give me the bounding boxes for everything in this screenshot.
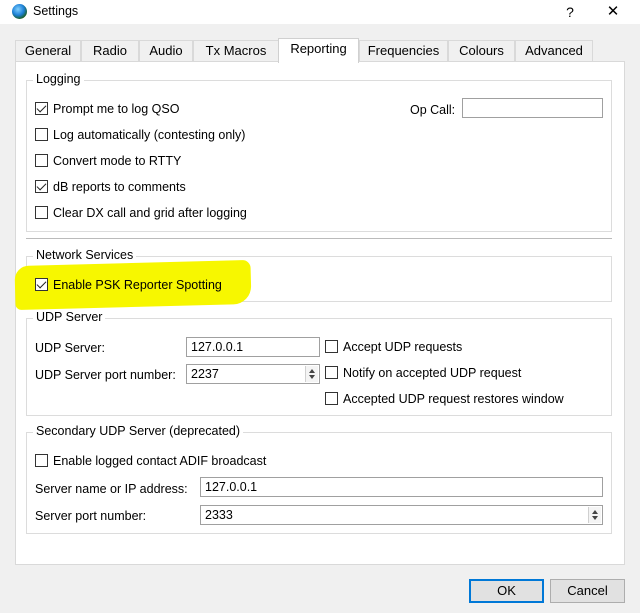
cancel-button[interactable]: Cancel xyxy=(550,579,625,603)
udp-restores-window-checkbox[interactable]: Accepted UDP request restores window xyxy=(325,392,564,408)
server-port-label: Server port number: xyxy=(35,509,147,523)
server-port-spinbox[interactable]: 2333 xyxy=(200,505,603,525)
checkbox-unchecked-icon[interactable] xyxy=(35,206,48,219)
udp-server-group: UDP Server UDP Server: UDP Server port n… xyxy=(26,310,612,416)
tab-frequencies[interactable]: Frequencies xyxy=(359,40,448,62)
checkbox-unchecked-icon[interactable] xyxy=(325,392,338,405)
log-automatically-label: Log automatically (contesting only) xyxy=(53,128,246,142)
udp-port-value: 2237 xyxy=(191,367,219,381)
title-bar: Settings ? ✕ xyxy=(0,0,640,24)
db-reports-comments-checkbox[interactable]: dB reports to comments xyxy=(35,180,186,196)
logging-group: Logging Prompt me to log QSO Log automat… xyxy=(26,72,612,232)
server-name-label: Server name or IP address: xyxy=(35,482,188,496)
convert-mode-rtty-label: Convert mode to RTTY xyxy=(53,154,182,168)
prompt-log-qso-label: Prompt me to log QSO xyxy=(53,102,180,116)
udp-server-title: UDP Server xyxy=(33,310,106,324)
udp-server-input[interactable] xyxy=(186,337,320,357)
udp-port-label: UDP Server port number: xyxy=(35,368,176,382)
server-port-value: 2333 xyxy=(205,508,233,522)
network-services-title: Network Services xyxy=(33,248,137,262)
tab-colours[interactable]: Colours xyxy=(448,40,515,62)
window-title: Settings xyxy=(33,4,79,18)
udp-port-spinbox[interactable]: 2237 xyxy=(186,364,320,384)
clear-dx-call-checkbox[interactable]: Clear DX call and grid after logging xyxy=(35,206,247,222)
accept-udp-requests-label: Accept UDP requests xyxy=(343,340,463,354)
op-call-input[interactable] xyxy=(462,98,603,118)
tab-radio[interactable]: Radio xyxy=(81,40,139,62)
ok-button[interactable]: OK xyxy=(469,579,544,603)
secondary-udp-group: Secondary UDP Server (deprecated) Enable… xyxy=(26,424,612,534)
close-button[interactable]: ✕ xyxy=(603,2,623,22)
tab-general[interactable]: General xyxy=(15,40,81,62)
logging-title: Logging xyxy=(33,72,84,86)
checkbox-unchecked-icon[interactable] xyxy=(35,154,48,167)
tab-audio[interactable]: Audio xyxy=(139,40,193,62)
clear-dx-call-label: Clear DX call and grid after logging xyxy=(53,206,247,220)
enable-adif-broadcast-label: Enable logged contact ADIF broadcast xyxy=(53,454,267,468)
db-reports-comments-label: dB reports to comments xyxy=(53,180,186,194)
udp-restores-window-label: Accepted UDP request restores window xyxy=(343,392,564,406)
notify-accepted-udp-label: Notify on accepted UDP request xyxy=(343,366,522,380)
reporting-panel: Logging Prompt me to log QSO Log automat… xyxy=(14,61,625,565)
checkbox-checked-icon[interactable] xyxy=(35,278,48,291)
enable-psk-reporter-label: Enable PSK Reporter Spotting xyxy=(53,278,222,292)
network-services-group: Network Services Enable PSK Reporter Spo… xyxy=(14,248,612,311)
prompt-log-qso-checkbox[interactable]: Prompt me to log QSO xyxy=(35,102,179,118)
checkbox-checked-icon[interactable] xyxy=(35,102,48,115)
spin-arrows-icon[interactable] xyxy=(588,507,601,523)
log-automatically-checkbox[interactable]: Log automatically (contesting only) xyxy=(35,128,245,144)
tab-reporting[interactable]: Reporting xyxy=(278,38,359,63)
checkbox-unchecked-icon[interactable] xyxy=(325,340,338,353)
spin-arrows-icon[interactable] xyxy=(305,366,318,382)
separator xyxy=(26,238,612,239)
help-button[interactable]: ? xyxy=(560,2,580,22)
server-name-input[interactable] xyxy=(200,477,603,497)
tab-tx-macros[interactable]: Tx Macros xyxy=(193,40,279,62)
tab-advanced[interactable]: Advanced xyxy=(515,40,593,62)
globe-icon xyxy=(12,4,27,19)
checkbox-unchecked-icon[interactable] xyxy=(35,454,48,467)
checkbox-unchecked-icon[interactable] xyxy=(35,128,48,141)
op-call-label: Op Call: xyxy=(410,103,456,117)
checkbox-checked-icon[interactable] xyxy=(35,180,48,193)
checkbox-unchecked-icon[interactable] xyxy=(325,366,338,379)
accept-udp-requests-checkbox[interactable]: Accept UDP requests xyxy=(325,340,462,356)
secondary-udp-title: Secondary UDP Server (deprecated) xyxy=(33,424,244,438)
notify-accepted-udp-checkbox[interactable]: Notify on accepted UDP request xyxy=(325,366,521,382)
convert-mode-rtty-checkbox[interactable]: Convert mode to RTTY xyxy=(35,154,181,170)
enable-adif-broadcast-checkbox[interactable]: Enable logged contact ADIF broadcast xyxy=(35,454,266,470)
enable-psk-reporter-checkbox[interactable]: Enable PSK Reporter Spotting xyxy=(35,278,222,294)
udp-server-label: UDP Server: xyxy=(35,341,105,355)
